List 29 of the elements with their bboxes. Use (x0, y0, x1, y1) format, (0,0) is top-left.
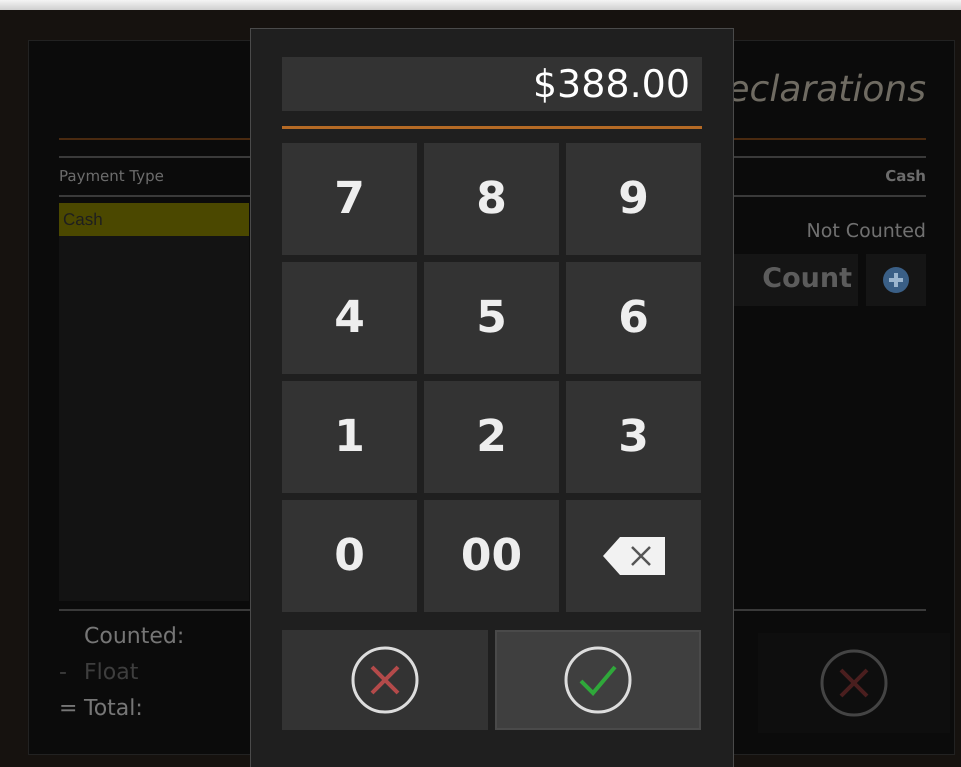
cancel-button[interactable] (282, 630, 488, 730)
backspace-button[interactable] (566, 500, 701, 612)
key-button[interactable]: 3 (566, 381, 701, 493)
confirm-button[interactable] (495, 630, 701, 730)
key-button[interactable]: 5 (424, 262, 559, 374)
amount-display: $388.00 (282, 57, 702, 111)
key-button[interactable]: 0 (282, 500, 417, 612)
status-text: Not Counted (806, 219, 926, 244)
check-icon (563, 645, 633, 715)
close-icon (819, 648, 889, 718)
key-button[interactable]: 9 (566, 143, 701, 255)
backspace-icon (602, 536, 666, 576)
key-button[interactable]: 4 (282, 262, 417, 374)
key-button[interactable]: 2 (424, 381, 559, 493)
close-icon (350, 645, 420, 715)
key-button[interactable]: 6 (566, 262, 701, 374)
sign-text: = (59, 695, 78, 723)
sign-text: - (59, 659, 68, 687)
column-header: Payment Type (59, 166, 164, 188)
dialog-title: eclarations (727, 68, 926, 112)
key-button[interactable]: 7 (282, 143, 417, 255)
add-button[interactable] (866, 254, 926, 306)
total-label: Total: (84, 695, 143, 723)
key-button[interactable]: 1 (282, 381, 417, 493)
total-label: Counted: (84, 623, 184, 651)
key-button[interactable]: 8 (424, 143, 559, 255)
column-header: Cash (885, 166, 926, 188)
key-button[interactable]: 00 (424, 500, 559, 612)
plus-icon (882, 266, 910, 294)
